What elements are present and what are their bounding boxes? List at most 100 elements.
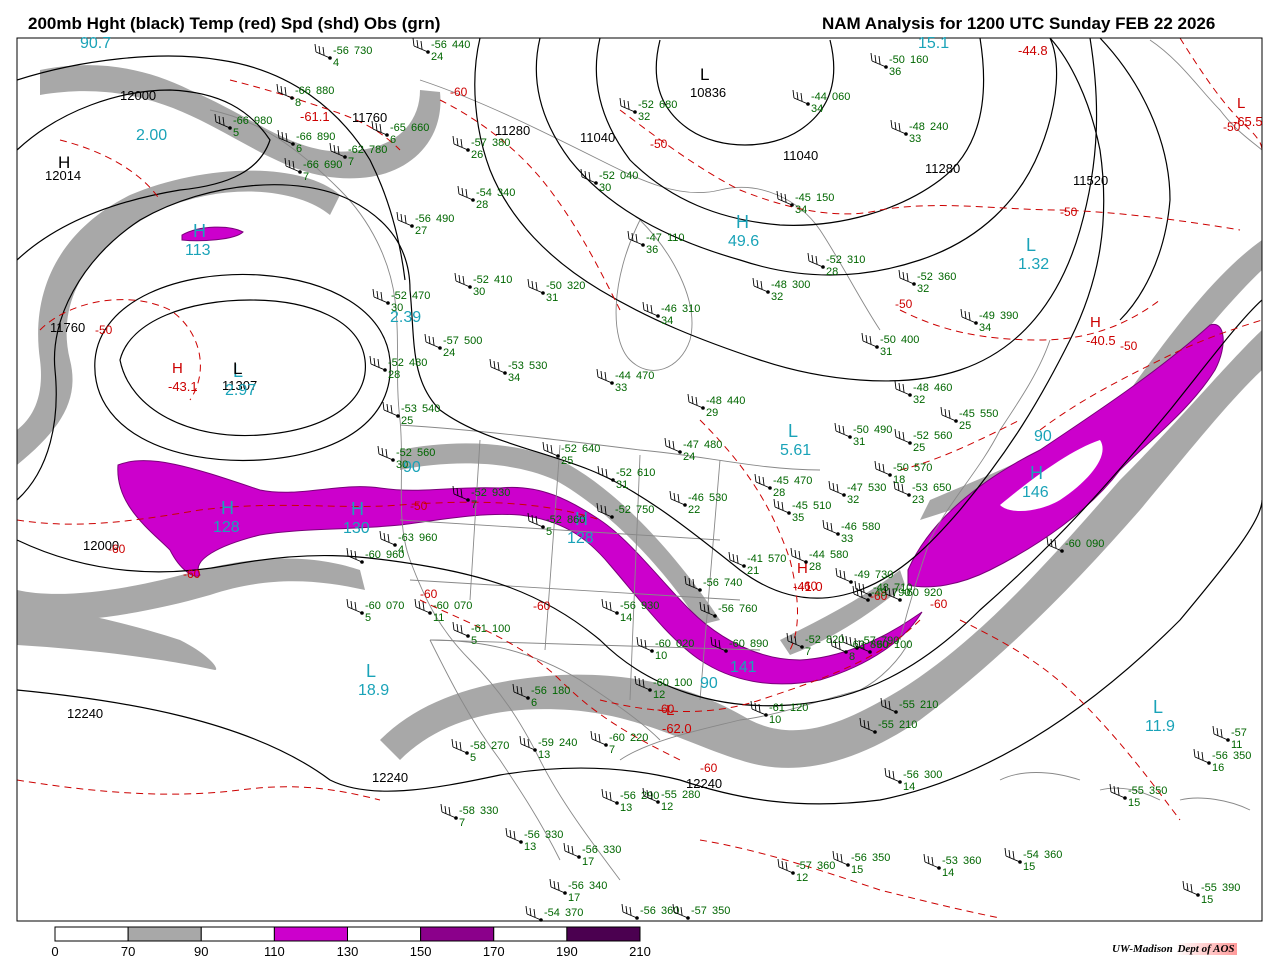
- obs-height: 470: [412, 290, 430, 302]
- gray-band-pacific: [17, 170, 340, 465]
- height-label: 11040: [580, 130, 615, 145]
- temperature-label: -60: [420, 587, 438, 601]
- obs-height: 490: [436, 213, 454, 225]
- obs-temperature: -52: [599, 170, 615, 182]
- temperature-label: -60: [700, 761, 718, 775]
- temperature-label: -60: [183, 567, 201, 581]
- station-obs: -47 110 36: [627, 230, 685, 256]
- obs-temperature: -54: [544, 907, 560, 919]
- wind-barb: [754, 473, 771, 489]
- obs-temperature: -52: [616, 467, 632, 479]
- obs-dewpoint: 5: [471, 635, 477, 647]
- obs-temperature: -45: [773, 475, 789, 487]
- station-obs: -56 490 27: [396, 211, 454, 237]
- obs-height: 180: [552, 685, 570, 697]
- obs-temperature: -45: [795, 192, 811, 204]
- obs-temperature: -57: [796, 860, 812, 872]
- obs-dewpoint: 12: [653, 689, 665, 701]
- temperature-extremum-value: -65.5: [1233, 114, 1263, 129]
- obs-temperature: -56: [415, 213, 431, 225]
- obs-height: 480: [704, 439, 722, 451]
- obs-height: 300: [792, 279, 810, 291]
- obs-temperature: -48: [913, 382, 929, 394]
- speed-center-letter: H: [193, 221, 206, 241]
- obs-height: 100: [674, 677, 692, 689]
- station-obs: -52 360 32: [898, 269, 956, 295]
- wind-barb: [792, 89, 809, 105]
- obs-dewpoint: 13: [538, 749, 550, 761]
- wind-barb: [1004, 847, 1021, 863]
- obs-dewpoint: 32: [638, 111, 650, 123]
- station-obs: -52 560 25: [894, 428, 952, 454]
- station-obs: -53 360 14: [923, 853, 981, 879]
- station-obs: -49 390 34: [960, 308, 1018, 334]
- obs-height: 880: [316, 85, 334, 97]
- station-obs: -52 610 31: [597, 465, 655, 491]
- obs-height: 760: [739, 603, 757, 615]
- obs-height: 470: [794, 475, 812, 487]
- obs-height: 350: [1233, 750, 1251, 762]
- wind-barb: [890, 119, 907, 135]
- obs-height: 980: [254, 115, 272, 127]
- station-obs: -48 240 33: [890, 119, 948, 145]
- wind-barb: [452, 135, 469, 151]
- legend-bin: [200, 926, 275, 942]
- wind-barb: [687, 393, 704, 409]
- temperature-extremum-letter: H: [172, 360, 183, 377]
- obs-height: 960: [386, 549, 404, 561]
- obs-dewpoint: 34: [795, 204, 807, 216]
- obs-temperature: -56: [582, 844, 598, 856]
- obs-height: 120: [790, 702, 808, 714]
- obs-dewpoint: 31: [616, 479, 628, 491]
- obs-height: 360: [661, 905, 679, 917]
- obs-dewpoint: 35: [792, 512, 804, 524]
- wind-barb: [777, 858, 794, 874]
- obs-dewpoint: 34: [508, 372, 520, 384]
- station-obs: -46 530 22: [669, 490, 727, 516]
- obs-temperature: -49: [871, 587, 887, 599]
- caribbean-islands: [999, 772, 1251, 811]
- obs-temperature: -44: [809, 549, 825, 561]
- wind-barb: [451, 738, 468, 754]
- wind-barb: [314, 43, 331, 59]
- speed-center-value: 146: [1022, 484, 1049, 501]
- obs-height: 660: [411, 122, 429, 134]
- wind-barb: [894, 428, 911, 444]
- speed-center-letter: H: [351, 499, 364, 519]
- obs-temperature: -66: [295, 85, 311, 97]
- obs-temperature: -52: [388, 357, 404, 369]
- obs-height: 090: [1086, 538, 1104, 550]
- temperature-extremum-value: -44.8: [1018, 43, 1048, 58]
- obs-height: 390: [1000, 310, 1018, 322]
- obs-height: 300: [924, 769, 942, 781]
- obs-temperature: -56: [531, 685, 547, 697]
- speed-center-value: 141: [730, 659, 757, 676]
- wind-barb: [773, 498, 790, 514]
- obs-height: 070: [454, 600, 472, 612]
- station-obs: -47 530 32: [828, 480, 886, 506]
- obs-temperature: -60: [365, 600, 381, 612]
- wind-barb: [596, 368, 613, 384]
- obs-height: 650: [933, 482, 951, 494]
- station-obs: -56 340 17: [549, 878, 607, 904]
- obs-dewpoint: 14: [620, 612, 632, 624]
- station-obs: -45 470 28: [754, 473, 812, 499]
- obs-temperature: -66: [296, 131, 312, 143]
- obs-dewpoint: 13: [524, 841, 536, 853]
- speed-center-value: 90: [700, 675, 718, 692]
- obs-height: 240: [930, 121, 948, 133]
- wind-barb: [621, 903, 638, 919]
- obs-dewpoint: 25: [913, 442, 925, 454]
- legend-bin: [347, 926, 422, 942]
- wind-barb: [728, 551, 745, 567]
- wind-barb: [601, 788, 618, 804]
- obs-temperature: -48: [706, 395, 722, 407]
- obs-dewpoint: 14: [942, 867, 954, 879]
- obs-temperature: -65: [390, 122, 406, 134]
- speed-center-letter: L: [1153, 697, 1163, 717]
- wind-barb: [619, 97, 636, 113]
- obs-height: 340: [497, 187, 515, 199]
- wind-barb: [457, 185, 474, 201]
- obs-height: 530: [529, 360, 547, 372]
- station-obs: -66 880 8: [276, 83, 334, 109]
